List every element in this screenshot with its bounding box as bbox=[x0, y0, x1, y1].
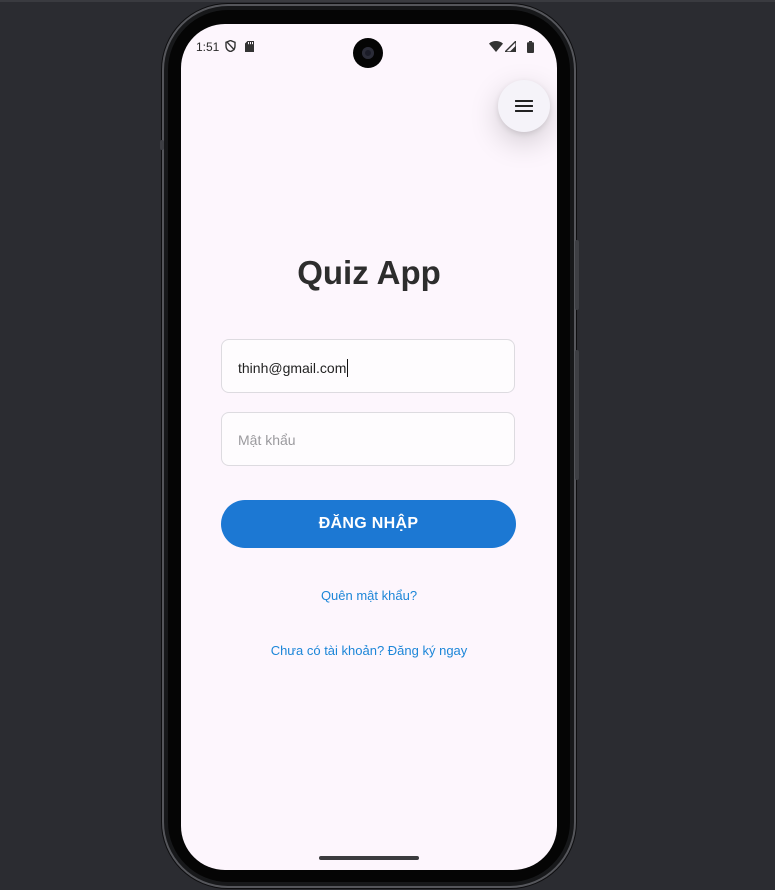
hamburger-menu-icon bbox=[515, 100, 533, 112]
volume-button bbox=[575, 350, 579, 480]
password-placeholder: Mật khẩu bbox=[238, 432, 296, 448]
shield-icon bbox=[225, 40, 236, 52]
forgot-password-link[interactable]: Quên mật khẩu? bbox=[181, 588, 557, 603]
sd-card-icon bbox=[245, 41, 254, 52]
front-camera bbox=[353, 38, 383, 68]
battery-icon bbox=[527, 41, 534, 53]
wifi-icon bbox=[489, 41, 503, 52]
login-button[interactable]: ĐĂNG NHẬP bbox=[221, 500, 516, 548]
email-field-value: thinh@gmail.com bbox=[238, 359, 349, 377]
desktop-top-border bbox=[0, 0, 775, 2]
status-bar: 1:51 bbox=[181, 24, 557, 72]
email-field[interactable]: thinh@gmail.com bbox=[221, 339, 515, 393]
register-link[interactable]: Chưa có tài khoản? Đăng ký ngay bbox=[181, 643, 557, 658]
password-field[interactable]: Mật khẩu bbox=[221, 412, 515, 466]
home-indicator[interactable] bbox=[319, 856, 419, 860]
text-cursor bbox=[347, 359, 349, 377]
app-title: Quiz App bbox=[297, 254, 441, 291]
phone-screen: 1:51 Quiz App thinh@gmail.com Mật khẩu Đ… bbox=[181, 24, 557, 870]
signal-icon bbox=[505, 41, 516, 52]
left-side-button bbox=[160, 140, 164, 150]
power-button bbox=[575, 240, 579, 310]
status-right-icons bbox=[489, 41, 535, 53]
menu-button[interactable] bbox=[498, 80, 550, 132]
status-time: 1:51 bbox=[196, 40, 220, 54]
